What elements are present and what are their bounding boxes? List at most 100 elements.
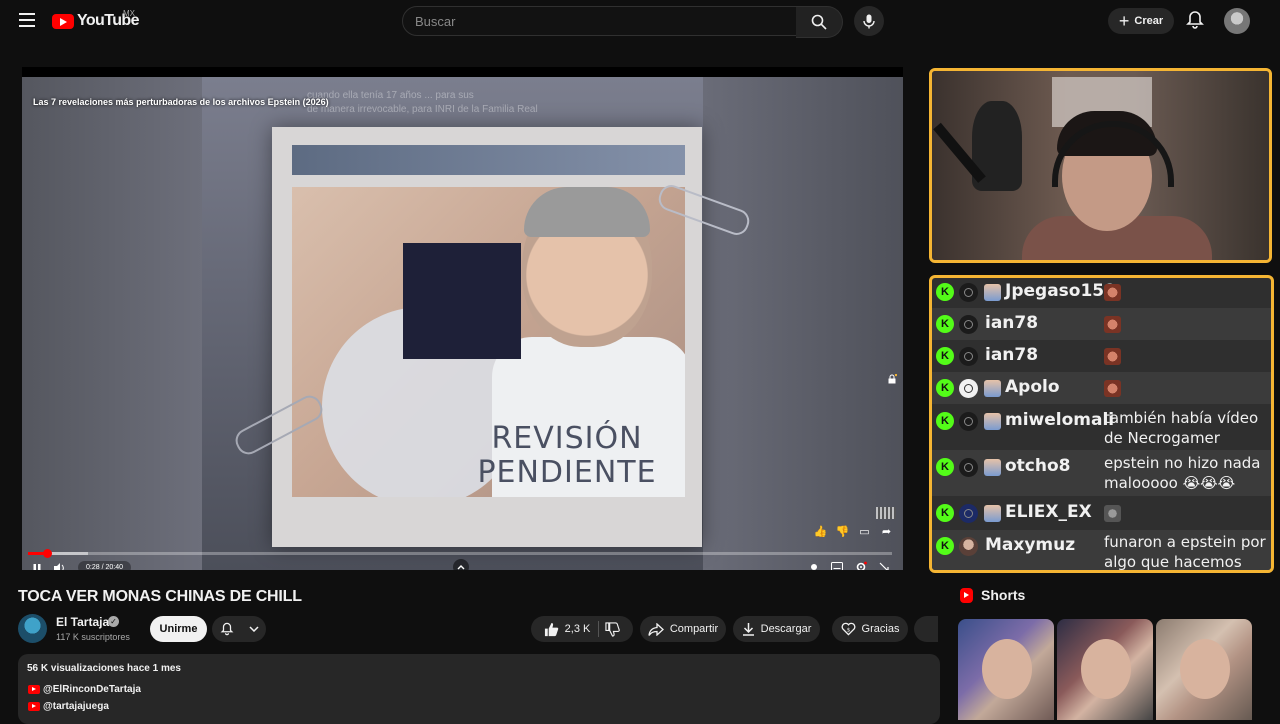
thumbs-down-icon[interactable]: 👎 <box>836 525 850 538</box>
svg-text:$: $ <box>846 627 850 633</box>
chevron-down-icon <box>248 626 259 632</box>
create-label: Crear <box>1134 15 1164 27</box>
share-button[interactable]: Compartir <box>640 616 726 642</box>
kick-badge-icon: K <box>936 504 954 522</box>
expand-button[interactable] <box>453 559 469 570</box>
verified-check-icon: ✓ <box>108 616 119 627</box>
search-box <box>402 6 798 36</box>
kick-badge-icon: K <box>936 347 954 365</box>
volume-button[interactable] <box>54 562 66 570</box>
subscriber-count: 117 K suscriptores <box>56 632 130 642</box>
user-avatar-icon <box>959 347 978 366</box>
progress-bar[interactable] <box>28 549 892 558</box>
user-avatar-icon <box>959 537 978 556</box>
account-avatar[interactable] <box>1224 8 1250 34</box>
video-frame[interactable]: REVISIÓN PENDIENTE cuando ella tenía 17 … <box>22 77 903 570</box>
plus-icon: + <box>1118 11 1130 31</box>
channel-link[interactable]: @tartajajuega <box>28 701 109 712</box>
kick-badge-icon: K <box>936 315 954 333</box>
chat-text: funaron a epstein por algo que hacemos t… <box>1104 533 1266 571</box>
dislike-button[interactable] <box>605 621 621 637</box>
streamer-webcam <box>929 68 1272 263</box>
time-display: 0:28 / 20:40 <box>78 561 131 570</box>
like-dislike-group: 2,3 K <box>531 616 633 642</box>
chat-username: ELIEX_EX <box>1005 502 1092 522</box>
short-thumbnail[interactable] <box>1057 619 1153 720</box>
chat-text: también había vídeo de Necrogamer <box>1104 409 1259 447</box>
chat-message: K ELIEX_EX <box>932 496 1271 530</box>
player-controls-left: 0:28 / 20:40 <box>32 561 131 570</box>
autoplay-toggle[interactable] <box>809 562 819 570</box>
more-actions-button[interactable] <box>914 616 938 642</box>
short-thumbnail[interactable] <box>958 619 1054 720</box>
subtitles-icon <box>831 562 843 570</box>
channel-link-text: @tartajajuega <box>43 701 109 712</box>
emote-icon <box>1104 380 1121 397</box>
gear-icon <box>856 561 867 570</box>
download-button[interactable]: Descargar <box>733 616 820 642</box>
player-controls-right <box>809 561 889 570</box>
overlay-actions: 👍 👎 ▭ ➦ <box>814 525 893 538</box>
channel-link[interactable]: @ElRinconDeTartaja <box>28 684 141 695</box>
shorts-heading-text: Shorts <box>981 587 1026 603</box>
subtitles-button[interactable] <box>831 562 843 570</box>
pause-button[interactable] <box>32 563 42 570</box>
thumbs-up-icon[interactable]: 👍 <box>814 525 828 538</box>
video-caption-overlay: cuando ella tenía 17 años ... para sus d… <box>307 89 538 117</box>
share-arrow-icon[interactable]: ➦ <box>880 525 893 538</box>
subscriber-badge-icon <box>984 284 1001 301</box>
kick-badge-icon: K <box>936 283 954 301</box>
channel-avatar[interactable] <box>18 614 47 643</box>
chat-message: K otcho8 epstein no hizo nada malooooo 😭… <box>932 450 1271 496</box>
chat-text: epstein no hizo nada malooooo 😭😭😭 <box>1104 454 1261 492</box>
country-code: MX <box>123 9 135 18</box>
chat-message: K Apolo <box>932 372 1271 404</box>
subscription-bell-button[interactable] <box>212 616 266 642</box>
review-stamp: REVISIÓN PENDIENTE <box>452 422 682 490</box>
chat-message: K ian78 <box>932 308 1271 340</box>
qr-code-icon <box>876 507 896 519</box>
player-overlay-title[interactable]: Las 7 revelaciones más perturbadoras de … <box>33 97 329 107</box>
settings-button[interactable] <box>855 561 867 570</box>
emote-icon <box>1104 316 1121 333</box>
description-box[interactable]: 56 K visualizaciones hace 1 mes @ElRinco… <box>18 654 940 724</box>
notifications-bell-icon[interactable] <box>1185 10 1205 30</box>
emote-icon <box>1104 348 1121 365</box>
comment-icon[interactable]: ▭ <box>858 525 871 538</box>
microphone-icon <box>863 14 875 28</box>
kick-badge-icon: K <box>936 537 954 555</box>
video-player[interactable]: REVISIÓN PENDIENTE cuando ella tenía 17 … <box>22 67 903 570</box>
like-button[interactable]: 2,3 K <box>544 621 600 637</box>
shorts-icon <box>960 587 973 603</box>
search-button[interactable] <box>796 6 843 38</box>
frame-right-shade <box>703 77 903 570</box>
short-face <box>1081 639 1131 699</box>
document-strip <box>292 145 685 175</box>
menu-icon[interactable] <box>19 13 35 27</box>
thanks-button[interactable]: $ Gracias <box>832 616 908 642</box>
volume-icon <box>54 562 64 570</box>
user-avatar-icon <box>959 412 978 431</box>
join-button[interactable]: Unirme <box>150 616 207 642</box>
youtube-icon <box>28 685 40 694</box>
chat-username: miwelomali <box>1005 410 1115 430</box>
voice-search-button[interactable] <box>854 6 884 36</box>
channel-name[interactable]: El Tartaja <box>56 615 109 629</box>
subscriber-badge-icon <box>984 459 1001 476</box>
search-input[interactable] <box>403 7 787 35</box>
video-title: TOCA VER MONAS CHINAS DE CHILL <box>18 588 302 605</box>
photo-hair <box>524 187 650 237</box>
chat-message: K miwelomali también había vídeo de Necr… <box>932 404 1271 450</box>
censor-block <box>403 243 521 359</box>
lock-icon <box>888 374 897 384</box>
autoplay-icon <box>811 564 817 570</box>
caption-line-2: de manera irrevocable, para INRI de la F… <box>307 104 538 115</box>
chat-message: K Jpegaso159 <box>932 278 1271 308</box>
collapse-icon <box>879 562 889 570</box>
share-icon <box>648 622 664 636</box>
short-thumbnail[interactable] <box>1156 619 1252 720</box>
miniplayer-button[interactable] <box>879 562 889 570</box>
kick-badge-icon: K <box>936 379 954 397</box>
user-avatar-icon <box>959 315 978 334</box>
create-button[interactable]: + Crear <box>1108 8 1174 34</box>
